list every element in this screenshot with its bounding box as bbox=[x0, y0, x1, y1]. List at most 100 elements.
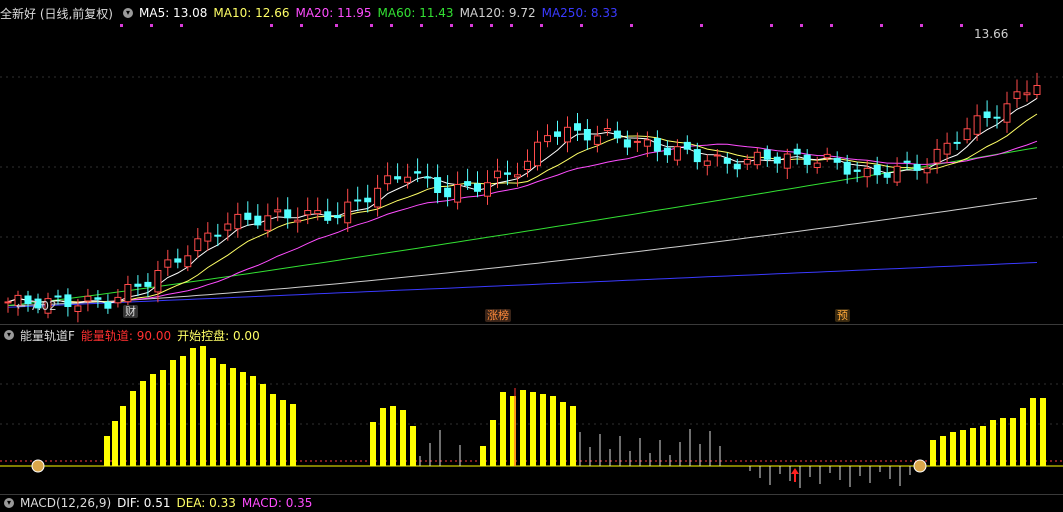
marker-cai[interactable]: 财 bbox=[123, 305, 138, 318]
candle-body bbox=[514, 174, 521, 178]
candle-body bbox=[434, 177, 442, 194]
candle-body bbox=[374, 187, 382, 208]
energy-bar bbox=[970, 428, 976, 466]
energy-bar bbox=[1020, 408, 1026, 466]
signal-dot bbox=[120, 24, 123, 27]
signal-dot bbox=[470, 24, 473, 27]
energy-bar bbox=[980, 426, 986, 466]
candle-body bbox=[494, 170, 501, 179]
candle-body bbox=[154, 270, 162, 293]
energy-bar bbox=[180, 356, 186, 466]
energy-bar bbox=[380, 408, 386, 466]
candle-body bbox=[743, 159, 751, 165]
marker-yu[interactable]: 预 bbox=[835, 309, 850, 322]
candle-body bbox=[583, 129, 591, 141]
candle-body bbox=[643, 139, 651, 147]
stock-title: 全新好 (日线,前复权) bbox=[0, 6, 113, 21]
candle-body bbox=[783, 153, 791, 169]
candle-body bbox=[94, 297, 102, 300]
candle-body bbox=[574, 123, 581, 131]
price-high-label: 13.66 bbox=[974, 27, 1008, 41]
candle-body bbox=[1003, 103, 1011, 123]
macd-legend: ▾ MACD(12,26,9) DIF: 0.51 DEA: 0.33 MACD… bbox=[0, 494, 318, 512]
collapse-icon[interactable]: ▾ bbox=[4, 498, 14, 508]
collapse-icon[interactable]: ▾ bbox=[123, 8, 133, 18]
energy-indicator-chart[interactable] bbox=[0, 344, 1063, 494]
energy-bar bbox=[280, 400, 286, 466]
energy-bar bbox=[490, 420, 496, 466]
candle-body bbox=[803, 154, 811, 165]
candle-body bbox=[54, 295, 62, 298]
pane-separator bbox=[0, 324, 1063, 325]
candle-body bbox=[983, 111, 991, 118]
candle-body bbox=[464, 181, 472, 186]
signal-dot bbox=[770, 24, 773, 27]
macd-value: MACD: 0.35 bbox=[241, 496, 313, 510]
signal-dot bbox=[420, 24, 423, 27]
energy-title: 能量轨道F bbox=[20, 328, 75, 343]
candle-body bbox=[364, 197, 372, 203]
candle-body bbox=[933, 148, 941, 164]
macd-dif: DIF: 0.51 bbox=[117, 496, 171, 510]
signal-dot bbox=[700, 24, 703, 27]
energy-start-value: 开始控盘: 0.00 bbox=[177, 328, 260, 343]
candle-body bbox=[544, 135, 551, 143]
candle-body bbox=[524, 160, 531, 171]
candle-body bbox=[184, 255, 192, 268]
energy-bar bbox=[220, 364, 226, 466]
candle-body bbox=[903, 160, 911, 163]
candle-body bbox=[174, 258, 182, 263]
candle-body bbox=[274, 209, 282, 213]
energy-bar bbox=[540, 394, 546, 466]
candlestick-chart[interactable]: 13.66 ← 7.02 bbox=[0, 22, 1063, 324]
candle-body bbox=[953, 141, 961, 144]
marker-zhangbang[interactable]: 涨榜 bbox=[485, 309, 511, 322]
candle-body bbox=[114, 296, 122, 304]
candle-body bbox=[883, 172, 891, 178]
candle-body bbox=[683, 141, 691, 150]
energy-bar bbox=[104, 436, 110, 466]
candle-body bbox=[564, 126, 571, 143]
candle-body bbox=[863, 167, 871, 178]
energy-bar bbox=[130, 391, 136, 466]
candle-body bbox=[164, 259, 172, 268]
candle-body bbox=[1023, 92, 1031, 96]
macd-dea: DEA: 0.33 bbox=[176, 496, 236, 510]
candle-body bbox=[554, 131, 561, 137]
candle-body bbox=[194, 238, 202, 252]
candle-body bbox=[843, 161, 851, 175]
energy-bar bbox=[230, 368, 236, 466]
energy-bar bbox=[960, 430, 966, 466]
ma5-line bbox=[7, 97, 1038, 304]
signal-dot bbox=[370, 24, 373, 27]
energy-bar bbox=[200, 346, 206, 466]
collapse-icon[interactable]: ▾ bbox=[4, 330, 14, 340]
signal-dot bbox=[390, 24, 393, 27]
candle-body bbox=[104, 301, 112, 309]
candle-body bbox=[713, 154, 721, 157]
candle-body bbox=[344, 201, 352, 224]
candle-body bbox=[923, 167, 931, 174]
candle-body bbox=[773, 156, 781, 164]
candle-body bbox=[404, 176, 412, 183]
candle-body bbox=[124, 284, 132, 303]
ma60-value: MA60: 11.43 bbox=[377, 6, 454, 20]
candle-body bbox=[1033, 85, 1041, 95]
signal-dot bbox=[830, 24, 833, 27]
energy-bar bbox=[530, 392, 536, 466]
candle-body bbox=[264, 215, 272, 231]
energy-bar bbox=[170, 360, 176, 466]
candle-body bbox=[244, 212, 252, 220]
energy-bar bbox=[1000, 418, 1006, 466]
candle-body bbox=[893, 165, 901, 183]
energy-bar bbox=[570, 406, 576, 466]
energy-bar bbox=[190, 348, 196, 466]
ma5-value: MA5: 13.08 bbox=[139, 6, 208, 20]
candle-body bbox=[294, 219, 302, 223]
candle-body bbox=[873, 164, 881, 176]
signal-dot bbox=[150, 24, 153, 27]
candle-body bbox=[613, 130, 621, 139]
energy-bar bbox=[410, 426, 416, 466]
candle-body bbox=[733, 163, 741, 170]
candle-body bbox=[603, 128, 611, 132]
